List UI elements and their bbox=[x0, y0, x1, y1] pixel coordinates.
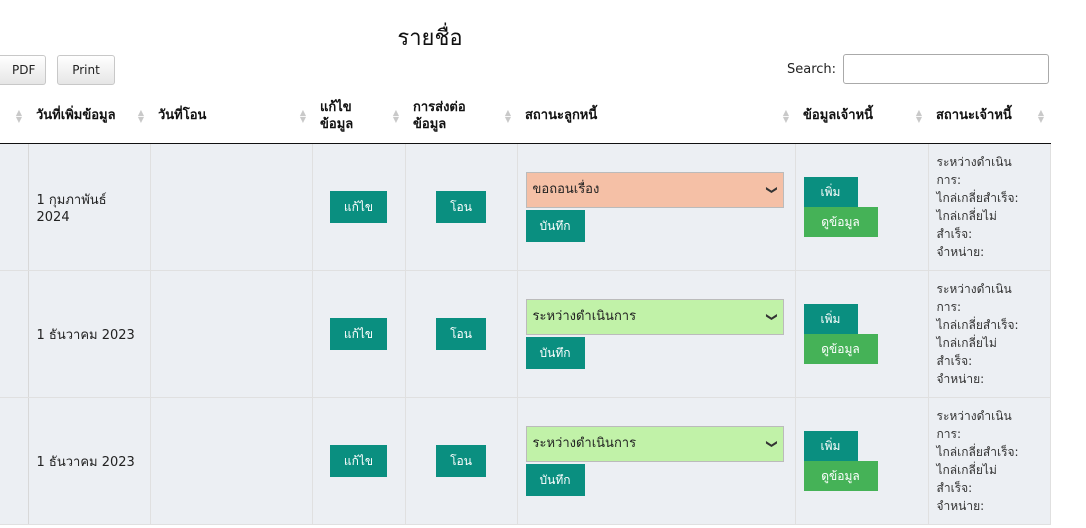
pdf-button[interactable]: PDF bbox=[0, 55, 47, 85]
edit-cell: แก้ไข bbox=[312, 397, 406, 525]
chevron-down-icon: ❯ bbox=[765, 185, 779, 195]
debtor-status-cell: ระหว่างดำเนินการ ❯ บันทึก bbox=[517, 270, 796, 398]
sort-icon: ▲ ▼ bbox=[15, 107, 22, 124]
sort-icon: ▲ ▼ bbox=[137, 107, 144, 124]
add-creditor-button[interactable]: เพิ่ม bbox=[803, 431, 858, 461]
debtor-status-select[interactable]: ระหว่างดำเนินการ ❯ bbox=[525, 299, 784, 335]
add-creditor-button[interactable]: เพิ่ม bbox=[803, 304, 858, 334]
page-title: รายชื่อ bbox=[397, 26, 463, 51]
column-header-index[interactable]: ▲ ▼ bbox=[0, 88, 28, 144]
table-header-row: ▲ ▼ วันที่เพิ่มข้อมูล ▲ ▼ วันที่โอน ▲ ▼ แก้ไข… bbox=[0, 88, 1050, 144]
save-button[interactable]: บันทึก bbox=[525, 337, 585, 369]
edit-cell: แก้ไข bbox=[312, 143, 406, 271]
column-header-edit[interactable]: แก้ไข ข้อมูล ▲ ▼ bbox=[312, 88, 405, 144]
sort-icon: ▲ ▼ bbox=[782, 107, 789, 124]
transfer-date-cell bbox=[150, 270, 313, 398]
transfer-button[interactable]: โอน bbox=[436, 318, 486, 350]
sort-icon: ▲ ▼ bbox=[299, 107, 306, 124]
view-creditor-button[interactable]: ดูข้อมูล bbox=[803, 334, 878, 364]
search-label: Search: bbox=[787, 62, 837, 77]
sort-icon: ▲ ▼ bbox=[504, 107, 511, 124]
creditor-status-cell: ระหว่างดำเนิน การ: ไกล่เกลี่ยสำเร็จ: ไกล่เก… bbox=[928, 397, 1051, 525]
column-header-debtor-status[interactable]: สถานะลูกหนี้ ▲ ▼ bbox=[517, 88, 795, 144]
chevron-down-icon: ❯ bbox=[765, 312, 779, 322]
column-header-transfer-date[interactable]: วันที่โอน ▲ ▼ bbox=[150, 88, 312, 144]
creditor-status-cell: ระหว่างดำเนิน การ: ไกล่เกลี่ยสำเร็จ: ไกล่เก… bbox=[928, 270, 1051, 398]
column-header-date-added[interactable]: วันที่เพิ่มข้อมูล ▲ ▼ bbox=[28, 88, 150, 144]
date-added-cell: 1 ธันวาคม 2023 bbox=[28, 270, 151, 398]
transfer-date-cell bbox=[150, 397, 313, 525]
column-header-creditor-status[interactable]: สถานะเจ้าหนี้ ▲ ▼ bbox=[928, 88, 1050, 144]
add-creditor-button[interactable]: เพิ่ม bbox=[803, 177, 858, 207]
records-table: ▲ ▼ วันที่เพิ่มข้อมูล ▲ ▼ วันที่โอน ▲ ▼ แก้ไข… bbox=[0, 88, 1051, 525]
sort-icon: ▲ ▼ bbox=[392, 107, 399, 124]
transfer-button[interactable]: โอน bbox=[436, 445, 486, 477]
save-button[interactable]: บันทึก bbox=[525, 210, 585, 242]
edit-button[interactable]: แก้ไข bbox=[329, 445, 388, 477]
chevron-down-icon: ❯ bbox=[765, 439, 779, 449]
search-input[interactable] bbox=[843, 54, 1049, 84]
creditor-status-cell: ระหว่างดำเนิน การ: ไกล่เกลี่ยสำเร็จ: ไกล่เก… bbox=[928, 143, 1051, 271]
debtor-status-select[interactable]: ระหว่างดำเนินการ ❯ bbox=[525, 426, 784, 462]
row-index-cell bbox=[0, 143, 29, 271]
creditor-info-cell: เพิ่ม ดูข้อมูล bbox=[795, 397, 929, 525]
date-added-cell: 1 ธันวาคม 2023 bbox=[28, 397, 151, 525]
transfer-date-cell bbox=[150, 143, 313, 271]
column-header-transfer[interactable]: การส่งต่อ ข้อมูล ▲ ▼ bbox=[405, 88, 517, 144]
column-header-creditor-info[interactable]: ข้อมูลเจ้าหนี้ ▲ ▼ bbox=[795, 88, 928, 144]
debtor-status-select[interactable]: ขอถอนเรื่อง ❯ bbox=[525, 172, 784, 208]
debtor-status-cell: ระหว่างดำเนินการ ❯ บันทึก bbox=[517, 397, 796, 525]
transfer-button[interactable]: โอน bbox=[436, 191, 486, 223]
edit-cell: แก้ไข bbox=[312, 270, 406, 398]
row-index-cell bbox=[0, 270, 29, 398]
view-creditor-button[interactable]: ดูข้อมูล bbox=[803, 207, 878, 237]
view-creditor-button[interactable]: ดูข้อมูล bbox=[803, 461, 878, 491]
table-row: 1 ธันวาคม 2023 แก้ไข โอน ระหว่างดำเนินกา… bbox=[0, 270, 1051, 398]
print-button[interactable]: Print bbox=[57, 55, 115, 85]
edit-button[interactable]: แก้ไข bbox=[329, 191, 388, 223]
creditor-info-cell: เพิ่ม ดูข้อมูล bbox=[795, 270, 929, 398]
row-index-cell bbox=[0, 397, 29, 525]
debtor-status-cell: ขอถอนเรื่อง ❯ บันทึก bbox=[517, 143, 796, 271]
sort-icon: ▲ ▼ bbox=[1037, 107, 1044, 124]
edit-button[interactable]: แก้ไข bbox=[329, 318, 388, 350]
transfer-cell: โอน bbox=[405, 270, 518, 398]
save-button[interactable]: บันทึก bbox=[525, 464, 585, 496]
transfer-cell: โอน bbox=[405, 397, 518, 525]
date-added-cell: 1 กุมภาพันธ์ 2024 bbox=[28, 143, 151, 271]
creditor-info-cell: เพิ่ม ดูข้อมูล bbox=[795, 143, 929, 271]
table-row: 1 ธันวาคม 2023 แก้ไข โอน ระหว่างดำเนินกา… bbox=[0, 397, 1051, 525]
table-row: 1 กุมภาพันธ์ 2024 แก้ไข โอน ขอถอนเรื่อง ❯… bbox=[0, 143, 1051, 271]
transfer-cell: โอน bbox=[405, 143, 518, 271]
sort-icon: ▲ ▼ bbox=[915, 107, 922, 124]
